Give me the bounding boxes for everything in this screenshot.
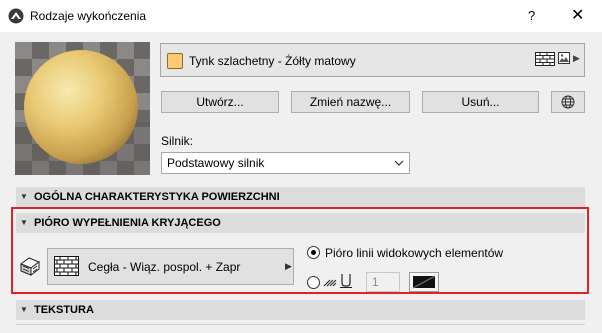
fill-pattern-icon: [535, 52, 555, 66]
engine-select[interactable]: Podstawowy silnik: [161, 152, 410, 174]
expand-triangle-icon: ▼: [20, 305, 28, 314]
material-preview: [15, 42, 150, 175]
section-texture-header[interactable]: ▼ TEKSTURA: [16, 300, 585, 320]
create-button[interactable]: Utwórz...: [161, 91, 279, 113]
material-name: Tynk szlachetny - Żółty matowy: [189, 54, 356, 68]
engine-value: Podstawowy silnik: [167, 156, 265, 170]
divider: [16, 324, 585, 325]
help-button[interactable]: ?: [528, 8, 535, 23]
archicad-app-icon: [8, 8, 24, 24]
rename-button[interactable]: Zmień nazwę...: [291, 91, 410, 113]
section-surface-header[interactable]: ▼ OGÓLNA CHARAKTERYSTYKA POWIERZCHNI: [16, 187, 585, 207]
highlight-frame: [11, 207, 589, 294]
title-bar: Rodzaje wykończenia ? ✕: [0, 0, 602, 32]
material-selector[interactable]: Tynk szlachetny - Żółty matowy ▶: [160, 43, 585, 77]
chevron-right-icon: ▶: [573, 53, 580, 63]
globe-icon: [561, 95, 575, 109]
sphere-preview-image: [15, 42, 150, 175]
delete-button[interactable]: Usuń...: [422, 91, 539, 113]
close-button[interactable]: ✕: [571, 5, 584, 25]
chevron-down-icon: [394, 160, 404, 166]
section-texture-title: TEKSTURA: [34, 304, 94, 316]
globe-button[interactable]: [551, 91, 585, 113]
engine-label: Silnik:: [161, 134, 194, 148]
material-color-swatch: [167, 53, 183, 69]
texture-image-icon: [558, 52, 570, 64]
section-surface-title: OGÓLNA CHARAKTERYSTYKA POWIERZCHNI: [34, 191, 280, 203]
expand-triangle-icon: ▼: [20, 192, 28, 201]
window-title: Rodzaje wykończenia: [30, 9, 147, 23]
